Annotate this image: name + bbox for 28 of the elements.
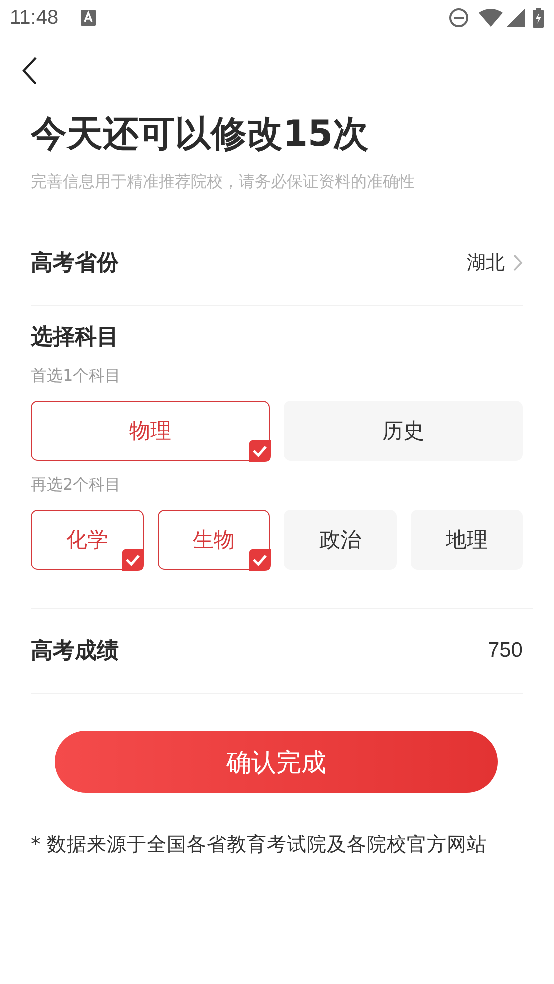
keyboard-icon xyxy=(80,10,96,26)
battery-icon xyxy=(533,8,544,28)
wifi-icon xyxy=(479,8,503,28)
subject-option[interactable]: 物理 xyxy=(31,401,270,461)
section-heading: 选择科目 xyxy=(31,324,120,352)
subject-option[interactable]: 化学 xyxy=(31,510,144,570)
subject-option[interactable]: 政治 xyxy=(284,510,396,570)
subject-option[interactable]: 地理 xyxy=(410,510,523,570)
do-not-disturb-icon xyxy=(449,8,469,28)
page-title: 今天还可以修改15次 xyxy=(31,113,370,157)
footnote: * 数据来源于全国各省教育考试院及各院校官方网站 xyxy=(31,832,488,858)
signal-icon xyxy=(507,9,525,27)
province-selector[interactable]: 湖北 xyxy=(467,250,523,276)
check-icon xyxy=(248,548,270,570)
chevron-right-icon xyxy=(513,254,523,272)
status-time: 11:48 xyxy=(10,6,59,30)
check-icon xyxy=(122,548,144,570)
score-label: 高考成绩 xyxy=(31,638,119,666)
subtitle: 完善信息用于精准推荐院校，请务必保证资料的准确性 xyxy=(31,172,416,193)
score-value: 750 xyxy=(488,639,523,663)
group-label: 再选2个科目 xyxy=(31,475,122,496)
province-label: 高考省份 xyxy=(31,250,119,278)
confirm-button[interactable]: 确认完成 xyxy=(55,731,498,793)
subject-option[interactable]: 生物 xyxy=(158,510,270,570)
subject-option[interactable]: 历史 xyxy=(284,401,523,461)
check-icon xyxy=(248,440,270,462)
group-label: 首选1个科目 xyxy=(31,366,122,387)
back-icon xyxy=(22,56,38,86)
